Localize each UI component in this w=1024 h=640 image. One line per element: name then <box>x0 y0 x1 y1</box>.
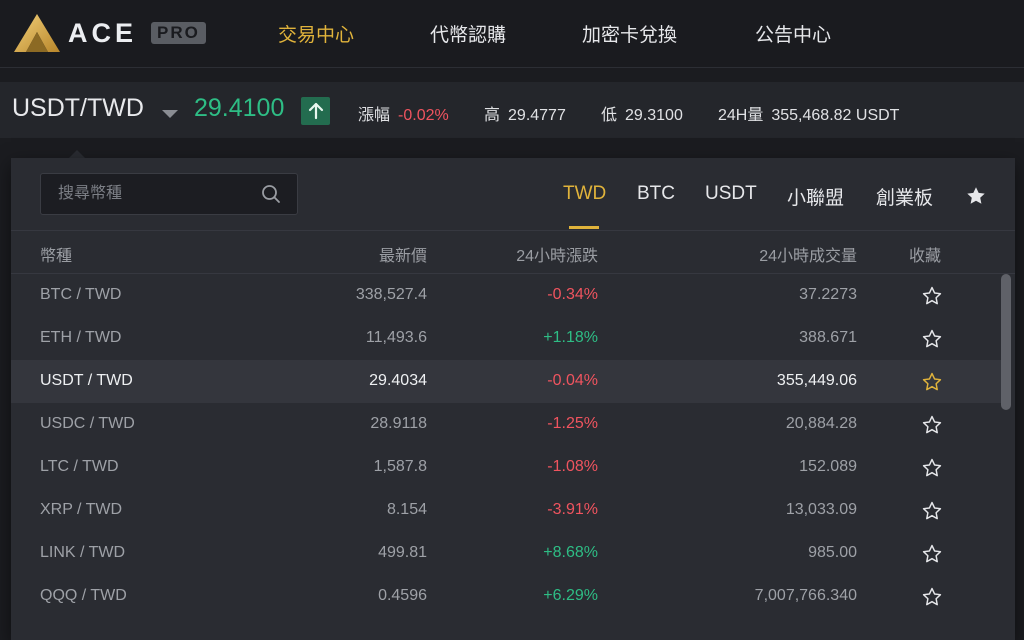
tab-usdt[interactable]: USDT <box>705 183 757 205</box>
volume-24h: 152.089 <box>799 458 857 475</box>
nav-item-announcements[interactable]: 公告中心 <box>755 20 831 47</box>
pair-name: ETH / TWD <box>40 329 122 346</box>
tab-twd[interactable]: TWD <box>563 183 606 205</box>
change-24h: +1.18% <box>543 329 598 346</box>
tab-minor-league[interactable]: 小聯盟 <box>787 183 844 210</box>
last-price: 29.4100 <box>194 94 285 122</box>
nav-item-crypto-card-exchange[interactable]: 加密卡兌換 <box>582 20 677 47</box>
volume-24h: 13,033.09 <box>785 501 857 518</box>
latest-price: 1,587.8 <box>373 458 427 475</box>
active-tab-indicator <box>569 226 599 229</box>
latest-price: 11,493.6 <box>365 329 427 346</box>
latest-price: 0.4596 <box>378 587 427 604</box>
latest-price: 499.81 <box>378 544 427 561</box>
change-value: -0.02% <box>398 107 449 124</box>
column-header-volume[interactable]: 24小時成交量 <box>759 242 857 266</box>
top-nav: ACE PRO 交易中心 代幣認購 加密卡兌換 公告中心 <box>0 0 1024 68</box>
volume-24h: 355,449.06 <box>776 372 857 389</box>
volume-stat: 24H量 355,468.82 USDT <box>718 101 899 125</box>
volume-24h: 985.00 <box>808 544 857 561</box>
low-stat: 低 29.3100 <box>601 101 683 125</box>
star-outline-icon[interactable] <box>921 285 943 307</box>
table-row[interactable]: BTC / TWD 338,527.4 -0.34% 37.2273 <box>11 274 1001 317</box>
table-row[interactable]: XRP / TWD 8.154 -3.91% 13,033.09 <box>11 489 1001 532</box>
high-stat: 高 29.4777 <box>484 101 566 125</box>
change-24h: -1.25% <box>547 415 598 432</box>
current-pair[interactable]: USDT/TWD <box>12 94 144 123</box>
list-scrollbar[interactable] <box>1000 274 1013 640</box>
low-value: 29.3100 <box>625 107 683 124</box>
latest-price: 338,527.4 <box>355 286 427 303</box>
volume-24h: 20,884.28 <box>785 415 857 432</box>
latest-price: 28.9118 <box>370 415 427 432</box>
star-filled-icon[interactable] <box>965 185 987 207</box>
change-label: 漲幅 <box>358 107 391 124</box>
change-24h: -3.91% <box>547 501 598 518</box>
logo-pro-badge: PRO <box>151 22 206 44</box>
caret-down-icon[interactable] <box>162 110 178 118</box>
nav-item-token-subscription[interactable]: 代幣認購 <box>430 20 506 47</box>
table-row[interactable]: USDC / TWD 28.9118 -1.25% 20,884.28 <box>11 403 1001 446</box>
star-outline-icon[interactable] <box>921 328 943 350</box>
table-row[interactable]: ETH / TWD 11,493.6 +1.18% 388.671 <box>11 317 1001 360</box>
pair-name: USDC / TWD <box>40 415 135 432</box>
pair-name: QQQ / TWD <box>40 587 127 604</box>
high-label: 高 <box>484 107 501 124</box>
change-24h: -0.34% <box>547 286 598 303</box>
logo-wordmark: ACE <box>68 17 138 48</box>
star-outline-icon[interactable] <box>921 414 943 436</box>
pair-name: LINK / TWD <box>40 544 126 561</box>
change-24h: -1.08% <box>547 458 598 475</box>
low-label: 低 <box>601 107 618 124</box>
scrollbar-thumb[interactable] <box>1001 274 1011 410</box>
star-outline-icon[interactable] <box>921 543 943 565</box>
volume-24h: 7,007,766.340 <box>754 587 857 604</box>
column-header-price[interactable]: 最新價 <box>379 242 427 266</box>
column-header-change[interactable]: 24小時漲跌 <box>516 242 598 266</box>
ace-triangle-logo-icon <box>14 14 60 52</box>
pair-name: LTC / TWD <box>40 458 119 475</box>
tab-growth-board[interactable]: 創業板 <box>876 183 933 210</box>
arrow-up-icon <box>301 97 330 125</box>
volume-label: 24H量 <box>718 107 764 124</box>
star-outline-icon[interactable] <box>921 500 943 522</box>
pair-name: USDT / TWD <box>40 372 133 389</box>
star-outline-icon[interactable] <box>921 586 943 608</box>
table-row[interactable]: LTC / TWD 1,587.8 -1.08% 152.089 <box>11 446 1001 489</box>
pair-name: XRP / TWD <box>40 501 123 518</box>
column-header-coin[interactable]: 幣種 <box>40 242 72 266</box>
table-header: 幣種 最新價 24小時漲跌 24小時成交量 收藏 <box>11 230 1015 274</box>
volume-24h: 388.671 <box>799 329 857 346</box>
market-tabs: TWD BTC USDT 小聯盟 創業板 <box>11 183 1015 233</box>
column-header-favorite: 收藏 <box>909 248 942 265</box>
nav-item-trading-center[interactable]: 交易中心 <box>278 20 354 47</box>
table-row[interactable]: LINK / TWD 499.81 +8.68% 985.00 <box>11 532 1001 575</box>
market-dropdown-panel: TWD BTC USDT 小聯盟 創業板 幣種 最新價 24小時漲跌 24小時成… <box>11 158 1015 640</box>
latest-price: 29.4034 <box>369 372 427 389</box>
ace-pro-logo[interactable]: ACE PRO <box>12 12 212 54</box>
latest-price: 8.154 <box>386 501 427 518</box>
pair-name: BTC / TWD <box>40 286 122 303</box>
volume-value: 355,468.82 USDT <box>771 107 900 124</box>
star-outline-icon[interactable] <box>921 371 943 393</box>
ticker-bar: USDT/TWD 29.4100 漲幅 -0.02% 高 29.4777 低 29.3… <box>0 82 1024 138</box>
table-row[interactable]: QQQ / TWD 0.4596 +6.29% 7,007,766.340 <box>11 575 1001 618</box>
change-24h: -0.04% <box>547 372 598 389</box>
change-24h: +6.29% <box>543 587 598 604</box>
volume-24h: 37.2273 <box>799 286 857 303</box>
high-value: 29.4777 <box>508 107 566 124</box>
change-24h: +8.68% <box>543 544 598 561</box>
tab-btc[interactable]: BTC <box>637 183 675 205</box>
table-row[interactable]: USDT / TWD 29.4034 -0.04% 355,449.06 <box>11 360 1001 403</box>
change-stat: 漲幅 -0.02% <box>358 101 449 125</box>
star-outline-icon[interactable] <box>921 457 943 479</box>
